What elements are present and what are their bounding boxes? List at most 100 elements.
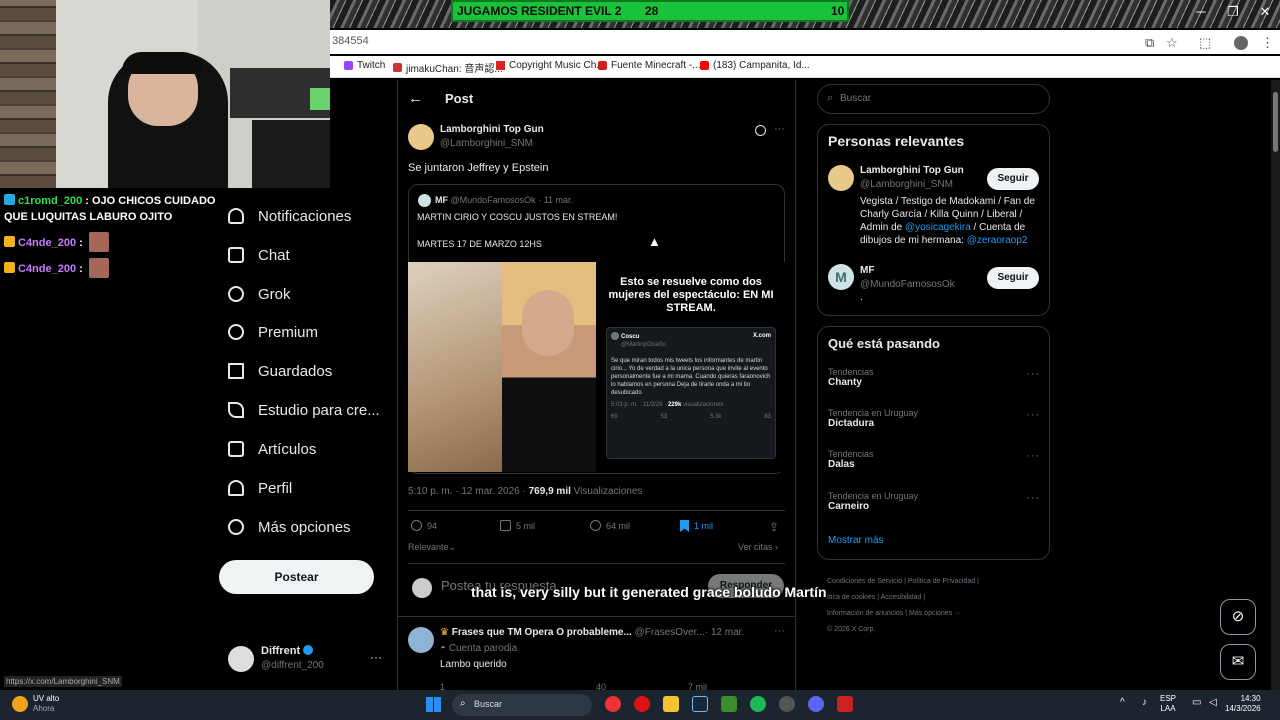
minimize-button[interactable]: ─ xyxy=(1186,4,1216,19)
search-input[interactable]: ⌕ Buscar xyxy=(817,84,1050,114)
footer-link[interactable]: Información de anuncios xyxy=(827,610,903,617)
nav-notifications[interactable]: Notificaciones xyxy=(228,204,351,228)
quote-image-1[interactable] xyxy=(408,262,502,472)
trend-item[interactable]: Tendencias Chanty xyxy=(828,367,874,388)
trend-more-icon[interactable]: ··· xyxy=(1026,492,1040,504)
spotify-icon[interactable] xyxy=(750,696,766,712)
person-handle: @MundoFamososOk xyxy=(860,279,955,290)
microphone-icon[interactable]: ♪ xyxy=(1142,697,1147,708)
person-avatar[interactable]: M xyxy=(828,264,854,290)
reply-avatar xyxy=(412,578,432,598)
trends-title: Qué está pasando xyxy=(828,336,940,351)
minecraft-icon[interactable] xyxy=(721,696,737,712)
account-switcher[interactable]: Diffrent @diffrent_200 ··· xyxy=(228,644,388,676)
folder-icon[interactable] xyxy=(663,696,679,712)
volume-icon[interactable]: ◁ xyxy=(1209,697,1217,708)
embedded-handle: @MartinpDiseño xyxy=(621,342,666,348)
footer-link[interactable]: Accesibilidad xyxy=(881,594,922,601)
follow-button[interactable]: Seguir xyxy=(987,168,1039,190)
bookmark-jimaku[interactable]: jimakuChan: 音声認... xyxy=(393,60,503,75)
maximize-button[interactable]: ❐ xyxy=(1218,4,1248,20)
extensions-icon[interactable]: ⬚ xyxy=(1199,35,1211,51)
trend-item[interactable]: Tendencia en Uruguay Carneiro xyxy=(828,491,918,512)
bookmark-twitch[interactable]: Twitch xyxy=(344,60,385,71)
network-icon[interactable]: ▭ xyxy=(1192,697,1201,708)
messages-fab-icon[interactable]: ✉ xyxy=(1220,644,1256,680)
trend-item[interactable]: Tendencias Dalas xyxy=(828,449,874,470)
nav-more-options[interactable]: Más opciones xyxy=(228,515,351,539)
app-icon[interactable] xyxy=(779,696,795,712)
share-button[interactable]: ⇪ xyxy=(769,520,779,534)
bookmark-copyright[interactable]: Copyright Music Ch... xyxy=(496,60,605,71)
opera-icon[interactable] xyxy=(634,696,650,712)
trend-item[interactable]: Tendencia en Uruguay Dictadura xyxy=(828,408,918,429)
bookmark-youtube[interactable]: (183) Campanita, Id... xyxy=(700,60,810,71)
footer-link[interactable]: Política de Privacidad xyxy=(908,578,975,585)
bio-link[interactable]: @yosicagekira xyxy=(905,222,971,233)
footer-link[interactable]: ítica de cookies xyxy=(827,594,875,601)
bookmark-minecraft[interactable]: Fuente Minecraft -... xyxy=(598,60,700,71)
close-button[interactable]: ✕ xyxy=(1250,4,1280,20)
star-icon[interactable]: ☆ xyxy=(1166,35,1178,51)
mask-icon: ◓ xyxy=(440,643,447,654)
rocket-icon xyxy=(228,402,244,418)
language-indicator[interactable]: ESP LAA xyxy=(1160,694,1176,714)
steam-icon[interactable] xyxy=(692,696,708,712)
app-icon[interactable] xyxy=(837,696,853,712)
account-name: Diffrent xyxy=(261,645,301,657)
nav-grok[interactable]: Grok xyxy=(228,282,291,306)
profile-avatar[interactable] xyxy=(1234,36,1248,50)
quote-author: MF xyxy=(435,195,448,205)
tray-chevron-icon[interactable]: ^ xyxy=(1120,697,1125,708)
nav-premium[interactable]: Premium xyxy=(228,320,318,344)
nav-profile[interactable]: Perfil xyxy=(228,476,292,500)
trend-more-icon[interactable]: ··· xyxy=(1026,409,1040,421)
reply-more-icon[interactable]: ··· xyxy=(774,625,785,637)
follow-button[interactable]: Seguir xyxy=(987,267,1039,289)
show-more-link[interactable]: Mostrar más xyxy=(828,535,884,546)
grok-fab-icon[interactable]: ⊘ xyxy=(1220,599,1256,635)
chrome-icon[interactable] xyxy=(605,696,621,712)
footer-link[interactable]: Condiciones de Servicio xyxy=(827,578,902,585)
author-name[interactable]: Lamborghini Top Gun xyxy=(440,124,544,135)
footer-link[interactable]: Más opciones ··· xyxy=(909,610,961,617)
repost-button[interactable]: 5 mil xyxy=(500,520,535,531)
reply-author-name[interactable]: Frases que TM Opera O probableme... xyxy=(452,627,632,638)
person-avatar[interactable] xyxy=(828,165,854,191)
taskbar-search[interactable]: ⌕ Buscar xyxy=(452,694,592,716)
like-button[interactable]: 64 mil xyxy=(590,520,630,531)
weather-icon[interactable] xyxy=(12,696,28,712)
youtube-icon xyxy=(700,61,709,70)
clock[interactable]: 14:30 14/3/2026 xyxy=(1225,694,1261,714)
author-avatar[interactable] xyxy=(408,124,434,150)
see-quotes-link[interactable]: Ver citas › xyxy=(738,542,778,552)
start-icon[interactable] xyxy=(426,697,441,712)
author-handle[interactable]: @Lamborghini_SNM xyxy=(440,138,533,149)
person-name[interactable]: Lamborghini Top Gun xyxy=(860,165,964,176)
trend-more-icon[interactable]: ··· xyxy=(1026,368,1040,380)
reply-author-avatar[interactable] xyxy=(408,627,434,653)
address-bar[interactable] xyxy=(330,30,1280,54)
post-button[interactable]: Postear xyxy=(219,560,374,594)
person-name[interactable]: MF xyxy=(860,265,874,276)
back-arrow-icon[interactable]: ← xyxy=(408,90,423,107)
account-more-icon[interactable]: ··· xyxy=(370,650,382,664)
discord-icon[interactable] xyxy=(808,696,824,712)
sort-dropdown[interactable]: Relevante⌄ xyxy=(408,542,456,553)
nav-articles[interactable]: Artículos xyxy=(228,437,316,461)
nav-chat[interactable]: Chat xyxy=(228,243,290,267)
nav-bookmarks[interactable]: Guardados xyxy=(228,359,332,383)
weather-widget[interactable]: UV alto Ahora xyxy=(33,694,59,714)
post-more-icon[interactable]: ··· xyxy=(774,123,785,135)
install-icon[interactable]: ⧉ xyxy=(1145,35,1154,51)
quote-image-2[interactable] xyxy=(502,262,596,472)
nav-creator-studio[interactable]: Estudio para cre... xyxy=(228,398,380,422)
bookmark-button[interactable]: 1 mil xyxy=(680,520,713,532)
reply-button[interactable]: 94 xyxy=(411,520,437,531)
scrollbar[interactable] xyxy=(1271,80,1280,690)
menu-icon[interactable]: ⋮ xyxy=(1261,35,1274,51)
bio-link[interactable]: @zeraoraop2 xyxy=(967,235,1028,246)
trend-more-icon[interactable]: ··· xyxy=(1026,450,1040,462)
grok-icon[interactable] xyxy=(755,125,766,136)
status-url: https://x.com/Lamborghini_SNM xyxy=(4,676,122,687)
